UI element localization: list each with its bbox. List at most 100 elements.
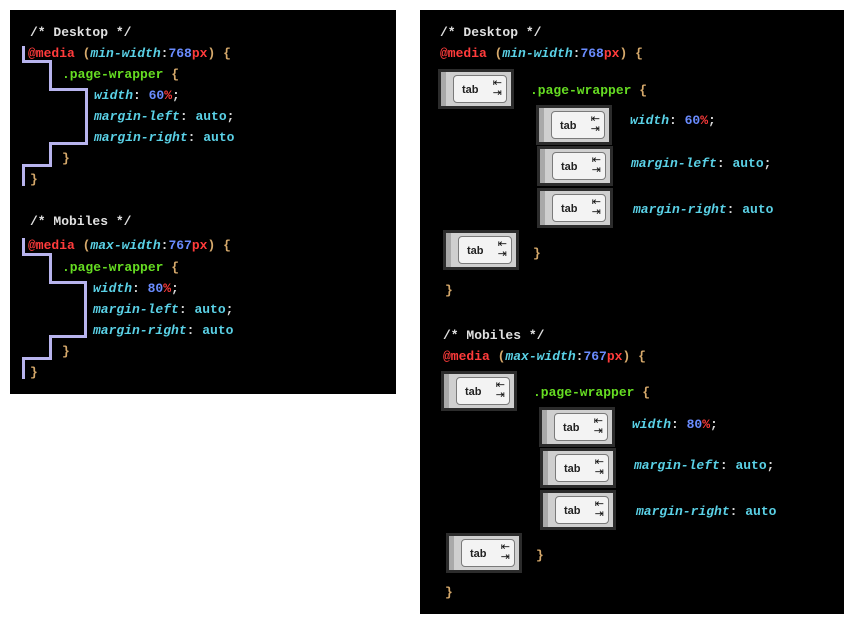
mobile-selector-line: .page-wrapper { — [62, 260, 179, 276]
desktop-decl-width: width: 60%; — [630, 113, 716, 129]
value-number: 80 — [147, 281, 164, 296]
breakpoint-number: 767 — [583, 349, 607, 364]
mobile-close-outer: } — [445, 585, 453, 600]
at-media: @media — [443, 349, 490, 364]
property: margin-left — [634, 458, 720, 473]
property: margin-right — [636, 504, 730, 519]
paren-open: ( — [486, 46, 503, 61]
indent-guide — [85, 88, 88, 144]
indent-guide — [49, 142, 52, 166]
breakpoint-number: 767 — [168, 238, 192, 253]
mobile-media-line: @media (max-width:767px) { — [28, 238, 231, 254]
property: width — [94, 88, 134, 103]
tab-key-label: tab — [561, 161, 578, 173]
tab-key-icon: tab ⇤ ⇥ — [443, 230, 519, 270]
tab-key-label: tab — [467, 245, 484, 257]
mobile-comment: /* Mobiles */ — [443, 328, 545, 343]
tab-key-label: tab — [470, 548, 487, 560]
at-media: @media — [28, 46, 75, 61]
desktop-decl-margin-left: margin-left: auto; — [94, 109, 234, 125]
colon: : — [729, 504, 746, 519]
colon: : — [187, 130, 204, 145]
desktop-comment: /* Desktop */ — [30, 25, 132, 40]
desktop-decl-width: width: 60%; — [94, 88, 180, 104]
colon: : — [179, 109, 196, 124]
tab-key-icon: tab ⇤ ⇥ — [446, 533, 522, 573]
mobile-media-line: @media (max-width:767px) { — [443, 349, 646, 365]
brace-open: { — [634, 385, 651, 400]
desktop-close-inner: } — [62, 151, 70, 166]
indent-guide — [49, 335, 52, 359]
semicolon: ; — [710, 417, 718, 432]
property: width — [93, 281, 133, 296]
media-feature: max-width — [505, 349, 576, 364]
tab-key-icon: tab ⇤ ⇥ — [536, 105, 612, 145]
unit: % — [702, 417, 711, 432]
desktop-media-line: @media (min-width:768px) { — [440, 46, 643, 62]
brace-open: { — [631, 83, 648, 98]
paren-close: ) { — [622, 349, 646, 364]
value-number: 80 — [686, 417, 703, 432]
tab-arrows-icon: ⇤ ⇥ — [492, 76, 502, 99]
unit: px — [191, 238, 208, 253]
indent-guide — [49, 335, 87, 338]
desktop-comment: /* Desktop */ — [440, 25, 542, 40]
breakpoint-number: 768 — [580, 46, 604, 61]
colon: : — [132, 281, 148, 296]
tab-key-label: tab — [564, 505, 581, 517]
tab-key-label: tab — [563, 422, 580, 434]
media-feature: max-width — [90, 238, 161, 253]
tab-arrows-icon: ⇤ ⇥ — [594, 455, 604, 478]
tab-key-icon: tab ⇤ ⇥ — [540, 448, 616, 488]
tab-key-label: tab — [561, 203, 578, 215]
semicolon: ; — [708, 113, 716, 128]
media-feature: min-width — [502, 46, 573, 61]
semicolon: ; — [226, 109, 235, 124]
indent-guide — [22, 253, 52, 256]
unit: px — [606, 349, 623, 364]
tab-arrows-icon: ⇤ ⇥ — [500, 540, 510, 563]
tab-arrows-icon: ⇤ ⇥ — [495, 378, 505, 401]
unit: % — [163, 281, 172, 296]
value: auto — [745, 504, 777, 519]
tab-arrows-icon: ⇤ ⇥ — [590, 112, 600, 135]
mobile-decl-margin-left: margin-left: auto; — [634, 458, 774, 474]
indent-guide — [49, 60, 52, 90]
indent-guide — [22, 164, 25, 186]
unit: % — [700, 113, 709, 128]
brace-open: { — [163, 260, 180, 275]
indent-guide — [49, 88, 88, 91]
tab-arrows-icon: ⇤ ⇥ — [497, 237, 507, 260]
value: auto — [195, 109, 227, 124]
colon: : — [133, 88, 149, 103]
colon: : — [719, 458, 736, 473]
selector: .page-wrapper — [530, 83, 632, 98]
value: auto — [735, 458, 767, 473]
paren-close: ) { — [619, 46, 643, 61]
tab-key-label: tab — [465, 386, 482, 398]
mobile-decl-margin-left: margin-left: auto; — [93, 302, 233, 318]
property: margin-left — [94, 109, 180, 124]
property: margin-right — [93, 323, 187, 338]
semicolon: ; — [225, 302, 234, 317]
indent-guide — [22, 164, 52, 167]
mobile-comment: /* Mobiles */ — [30, 214, 132, 229]
indent-guide — [49, 253, 52, 283]
desktop-decl-margin-right: margin-right: auto — [94, 130, 234, 146]
tab-key-icon: tab ⇤ ⇥ — [537, 146, 613, 186]
media-feature: min-width — [90, 46, 161, 61]
indent-guide — [22, 357, 25, 379]
value-number: 60 — [148, 88, 165, 103]
desktop-decl-margin-left: margin-left: auto; — [631, 156, 771, 172]
colon: : — [178, 302, 195, 317]
tab-key-label: tab — [462, 84, 479, 96]
tab-key-icon: tab ⇤ ⇥ — [539, 407, 615, 447]
desktop-close-inner: } — [533, 246, 541, 261]
indent-guide — [49, 142, 88, 145]
semicolon: ; — [171, 281, 179, 296]
indent-guide — [22, 357, 52, 360]
indent-guide — [49, 281, 87, 284]
desktop-media-line: @media (min-width:768px) { — [28, 46, 231, 62]
colon: : — [726, 202, 743, 217]
tab-arrows-icon: ⇤ ⇥ — [591, 195, 601, 218]
